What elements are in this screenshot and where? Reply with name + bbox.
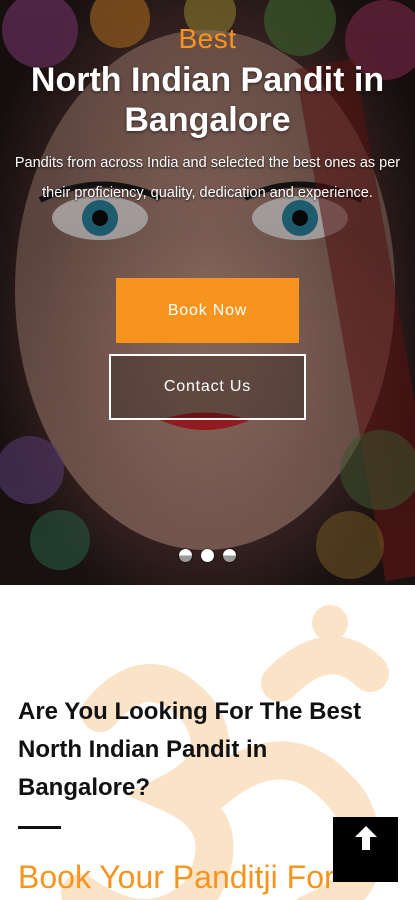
hero-slider: Best North Indian Pandit in Bangalore Pa… bbox=[0, 0, 415, 585]
section-subheading: Book Your Panditji For bbox=[18, 859, 335, 895]
slider-dots bbox=[0, 549, 415, 562]
contact-us-button[interactable]: Contact Us bbox=[109, 354, 306, 420]
page: Best North Indian Pandit in Bangalore Pa… bbox=[0, 0, 415, 900]
scroll-to-top-button[interactable] bbox=[333, 817, 398, 882]
hero-description: Pandits from across India and selected t… bbox=[14, 155, 401, 201]
heading-divider bbox=[18, 826, 61, 829]
slider-dot-2[interactable] bbox=[201, 549, 214, 562]
hero-title: North Indian Pandit in Bangalore bbox=[30, 61, 385, 139]
slider-dot-3[interactable] bbox=[223, 549, 236, 562]
hero-eyebrow: Best bbox=[178, 23, 237, 54]
section-heading: Are You Looking For The Best North India… bbox=[18, 698, 362, 801]
hero-content: Best North Indian Pandit in Bangalore Pa… bbox=[0, 22, 415, 208]
arrow-up-icon bbox=[354, 826, 377, 850]
slider-dot-1[interactable] bbox=[179, 549, 192, 562]
book-now-button[interactable]: Book Now bbox=[116, 278, 299, 343]
